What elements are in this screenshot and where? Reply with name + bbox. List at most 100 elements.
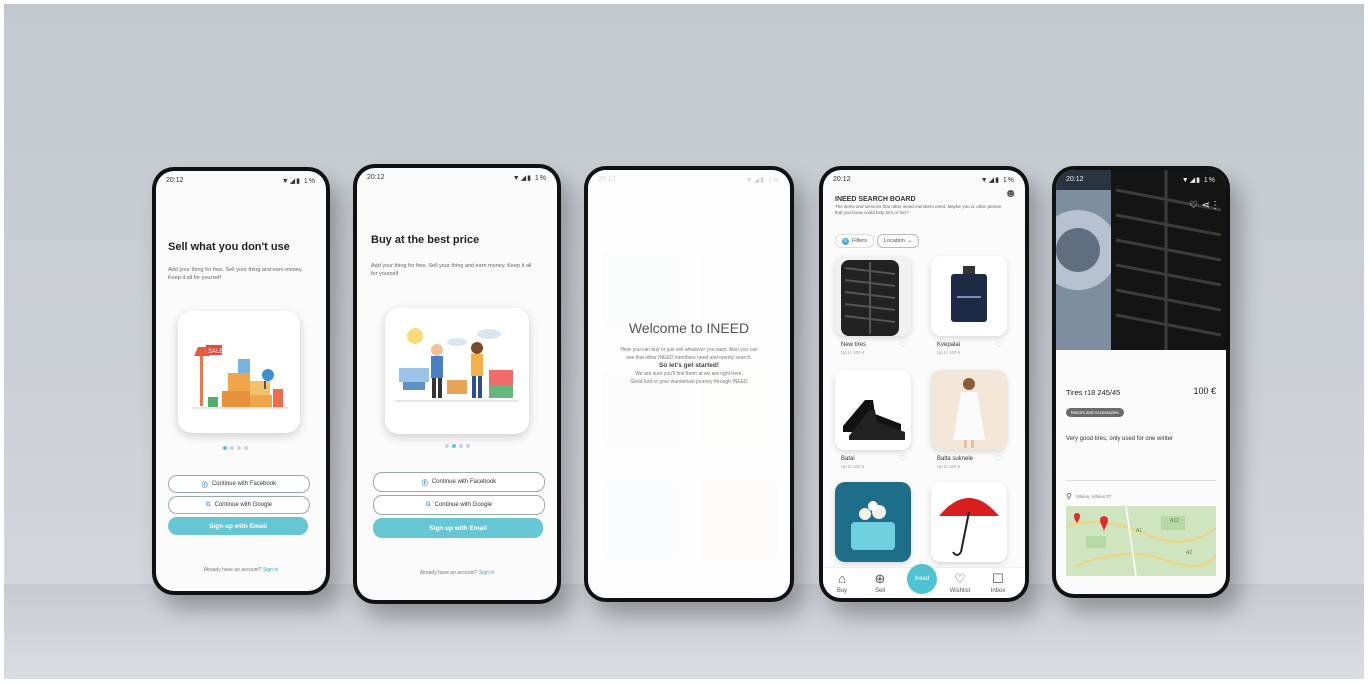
button-label: Continue with Google bbox=[434, 502, 493, 508]
filter-icon: ≡ bbox=[842, 237, 849, 245]
wishlist-heart-icon[interactable]: ♡ bbox=[899, 340, 906, 349]
item-name: Balta suknele bbox=[937, 456, 974, 462]
tire-photo bbox=[1056, 170, 1226, 350]
status-time: 20:12 bbox=[833, 176, 851, 183]
page-dot[interactable] bbox=[230, 446, 234, 450]
item-name: Kvepalai bbox=[937, 342, 961, 348]
cake-image bbox=[835, 482, 911, 562]
category-tag[interactable]: Motors and Accessories bbox=[1066, 408, 1124, 417]
status-time: 20:12 bbox=[367, 174, 385, 181]
profile-icon[interactable]: ☻ bbox=[1004, 186, 1017, 200]
phone-1: 20:12 ▼◢▮ 1% Sell what you don't use Add… bbox=[152, 167, 330, 595]
item-detail-screen: 20:12 ▼◢▮ 1% ♡ ⋖ ⋮ Tires r18 245/45 100 … bbox=[1056, 170, 1226, 594]
phone-5: 20:12 ▼◢▮ 1% ♡ ⋖ ⋮ Tires r18 245/45 100 … bbox=[1052, 166, 1230, 598]
facebook-icon: ⓕ bbox=[421, 480, 428, 487]
signin-link[interactable]: Sign in bbox=[479, 570, 494, 576]
continue-google-button[interactable]: G Continue with Google bbox=[373, 495, 545, 515]
item-location: Vilnius, Vilnius 37 bbox=[1076, 494, 1112, 499]
signin-link[interactable]: Sign in bbox=[263, 567, 278, 573]
signin-prompt-text: Already have an account? bbox=[203, 567, 262, 573]
signin-prompt-text: Already have an account? bbox=[419, 570, 478, 576]
page-dot-active[interactable] bbox=[452, 444, 456, 448]
phone-2: 20:12 ▼◢▮ 1% Buy at the best price Add y… bbox=[353, 164, 561, 604]
phone-3: 20:12 ▼◢▮ 1% Welcome to INEED Here you c… bbox=[584, 166, 794, 602]
location-dropdown[interactable]: Location ⌄ bbox=[877, 234, 920, 248]
page-dots bbox=[445, 444, 470, 448]
welcome-screen: 20:12 ▼◢▮ 1% Welcome to INEED Here you c… bbox=[588, 170, 790, 598]
item-card-umbrella[interactable] bbox=[931, 482, 1007, 562]
bottom-nav: ⌂ Buy ⊕ Sell ineed ♡ Wishlist ☐ Inbox bbox=[823, 564, 1025, 598]
board-subtitle: The items and services that other ineed … bbox=[835, 204, 1002, 215]
item-price: Up to 100 € bbox=[841, 464, 865, 469]
sale-sign-text: SALE bbox=[208, 349, 223, 355]
item-price: 100 € bbox=[1193, 386, 1216, 396]
continue-google-button[interactable]: G Continue with Google bbox=[168, 496, 310, 514]
page-description: Add your thing for free. Sell your thing… bbox=[371, 263, 532, 277]
status-bar: 20:12 ▼◢▮ 1% bbox=[833, 176, 1015, 186]
page-dot[interactable] bbox=[445, 444, 449, 448]
heart-icon[interactable]: ♡ bbox=[1189, 200, 1198, 211]
location-map[interactable]: A12 A1 A2 bbox=[1066, 506, 1216, 576]
continue-facebook-button[interactable]: ⓕ Continue with Facebook bbox=[373, 472, 545, 492]
wishlist-heart-icon[interactable]: ♡ bbox=[995, 454, 1002, 463]
signup-email-button[interactable]: Sign up with Email bbox=[373, 518, 543, 538]
page-title: Buy at the best price bbox=[371, 234, 480, 246]
status-icons: ▼◢▮ 1% bbox=[1181, 177, 1216, 184]
divider bbox=[1066, 480, 1216, 481]
nav-inbox[interactable]: Inbox bbox=[981, 588, 1015, 594]
page-dot[interactable] bbox=[244, 446, 248, 450]
button-label: Continue with Facebook bbox=[211, 481, 277, 487]
nav-sell[interactable]: Sell bbox=[863, 588, 897, 594]
onboarding-sell-screen: 20:12 ▼◢▮ 1% Sell what you don't use Add… bbox=[156, 171, 326, 591]
board-title: INEED SEARCH BOARD bbox=[835, 196, 916, 203]
signup-email-button[interactable]: Sign up with Email bbox=[168, 517, 308, 535]
add-icon[interactable]: ⊕ bbox=[867, 571, 893, 587]
item-card-perfume[interactable] bbox=[931, 256, 1007, 336]
signin-prompt: Already have an account? Sign in bbox=[357, 570, 557, 576]
item-card-cake[interactable] bbox=[835, 482, 911, 562]
wishlist-heart-icon[interactable]: ♡ bbox=[899, 454, 906, 463]
filters-label: Filters bbox=[852, 238, 867, 244]
perfume-image bbox=[931, 256, 1007, 336]
item-title: Tires r18 245/45 bbox=[1066, 388, 1121, 397]
umbrella-image bbox=[931, 482, 1007, 562]
item-name: Batai bbox=[841, 456, 855, 462]
location-pin-icon: ⚲ bbox=[1066, 492, 1072, 501]
wishlist-heart-icon[interactable]: ♡ bbox=[995, 340, 1002, 349]
more-icon[interactable]: ⋮ bbox=[1210, 200, 1220, 211]
welcome-text: Here you can buy or just sell whatever y… bbox=[600, 346, 778, 386]
onboarding-buy-screen: 20:12 ▼◢▮ 1% Buy at the best price Add y… bbox=[357, 168, 557, 600]
home-icon[interactable]: ⌂ bbox=[829, 571, 855, 586]
page-dot[interactable] bbox=[459, 444, 463, 448]
item-description: Very good tires, only used for one winte… bbox=[1066, 436, 1174, 442]
page-dot[interactable] bbox=[466, 444, 470, 448]
filters-button[interactable]: ≡ Filters bbox=[835, 234, 874, 248]
mockup-stage: 20:12 ▼◢▮ 1% Sell what you don't use Add… bbox=[4, 4, 1364, 679]
chat-icon[interactable]: ☐ bbox=[985, 571, 1011, 587]
ineed-center-button[interactable]: ineed bbox=[907, 564, 937, 594]
welcome-line: We are sure you'll find them at we are r… bbox=[635, 371, 743, 377]
illustration-card bbox=[385, 308, 529, 434]
welcome-title: Welcome to INEED bbox=[628, 320, 750, 336]
map-road-label: A2 bbox=[1186, 550, 1192, 556]
status-time: 20:12 bbox=[166, 177, 184, 184]
search-board-screen: 20:12 ▼◢▮ 1% ☻ INEED SEARCH BOARD The it… bbox=[823, 170, 1025, 598]
welcome-line: Good luck in your wanderlust journey thr… bbox=[630, 379, 748, 385]
signin-prompt: Already have an account? Sign in bbox=[156, 567, 326, 573]
page-dot[interactable] bbox=[237, 446, 241, 450]
heart-icon[interactable]: ♡ bbox=[947, 571, 973, 587]
continue-facebook-button[interactable]: ⓕ Continue with Facebook bbox=[168, 475, 310, 493]
item-card-tires[interactable] bbox=[835, 256, 911, 336]
item-card-shoes[interactable] bbox=[835, 370, 911, 450]
page-dot-active[interactable] bbox=[223, 446, 227, 450]
tire-image bbox=[835, 256, 911, 336]
item-card-dress[interactable] bbox=[931, 370, 1007, 450]
map-road-label: A1 bbox=[1136, 528, 1142, 534]
button-label: Sign up with Email bbox=[209, 522, 267, 530]
google-icon: G bbox=[205, 502, 211, 508]
nav-buy[interactable]: Buy bbox=[825, 588, 859, 594]
facebook-icon: ⓕ bbox=[201, 482, 208, 489]
nav-wishlist[interactable]: Wishlist bbox=[943, 588, 977, 594]
share-icon[interactable]: ⋖ bbox=[1202, 200, 1210, 211]
page-dots bbox=[223, 446, 248, 450]
